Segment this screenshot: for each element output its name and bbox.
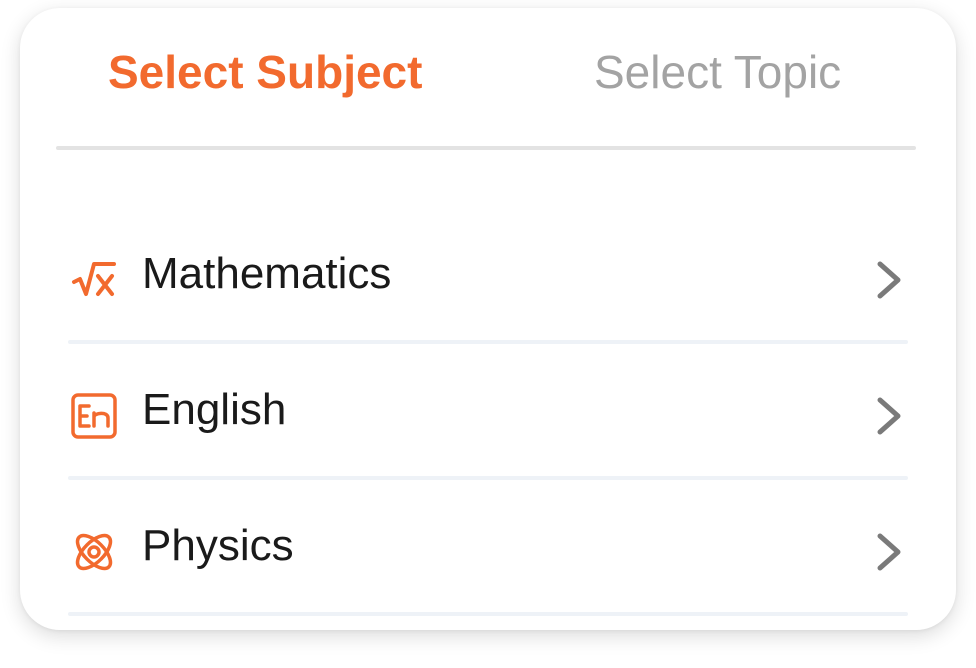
chevron-right-icon: [874, 394, 904, 438]
subject-item-english[interactable]: English: [68, 344, 908, 480]
tab-select-subject[interactable]: Select Subject: [108, 44, 422, 100]
subject-label: Mathematics: [142, 249, 392, 298]
subject-selector-card: Select Subject Select Topic Mathematics: [20, 8, 956, 630]
subject-item-physics[interactable]: Physics: [68, 480, 908, 616]
subject-label: Physics: [142, 521, 294, 570]
tab-bar: Select Subject Select Topic: [20, 8, 956, 148]
tab-select-topic[interactable]: Select Topic: [594, 44, 841, 100]
chevron-right-icon: [874, 258, 904, 302]
subject-label: English: [142, 385, 287, 434]
chevron-right-icon: [874, 530, 904, 574]
en-language-icon: [70, 392, 118, 440]
tab-divider: [56, 146, 916, 150]
square-root-icon: [70, 256, 118, 304]
atom-icon: [70, 528, 118, 576]
subject-list: Mathematics English Physics: [68, 208, 908, 616]
row-divider: [68, 612, 908, 616]
subject-item-mathematics[interactable]: Mathematics: [68, 208, 908, 344]
